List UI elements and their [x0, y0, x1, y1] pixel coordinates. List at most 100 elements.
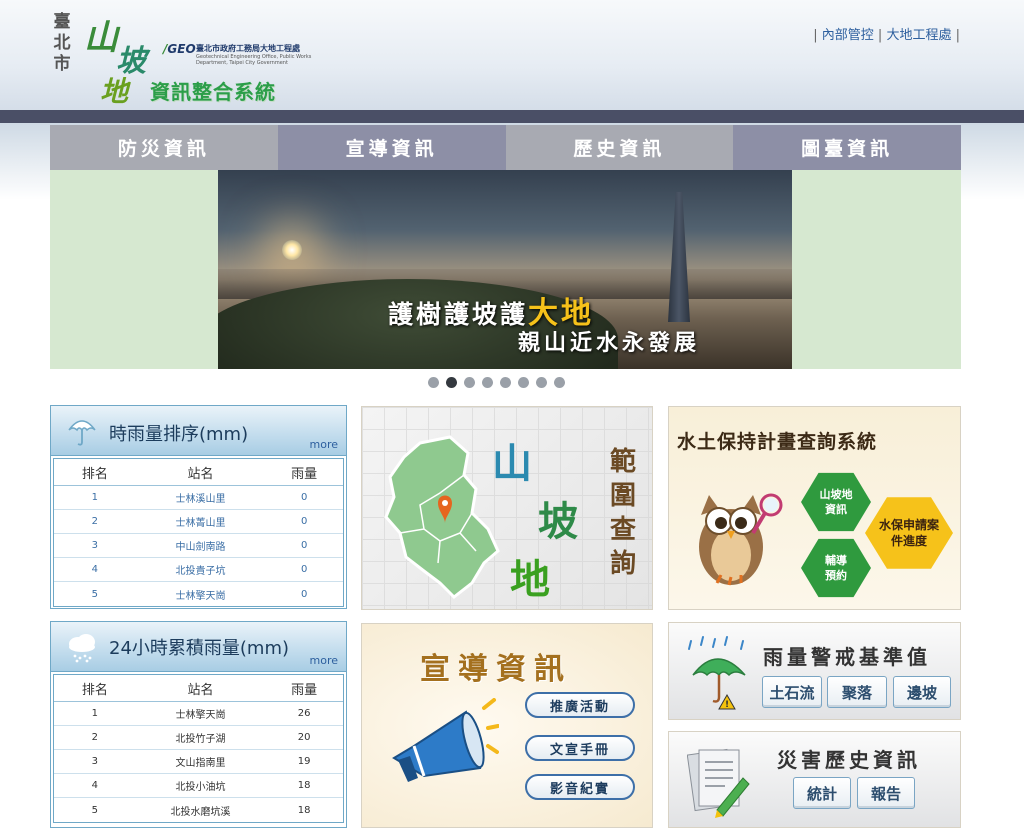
- table-row: 1 士林溪山里 0: [54, 486, 343, 510]
- soil-water-plan-tile[interactable]: 水土保持計畫查詢系統 山坡地資訊 水保申請案件進度 輔導預約: [668, 406, 961, 610]
- table-row: 1 士林擎天崗 26: [54, 702, 343, 726]
- link-separator: |: [955, 28, 960, 43]
- promotion-info-tile: 宣導資訊 推廣活動 文宣手冊 影音紀實: [361, 623, 653, 828]
- nav-disaster-info[interactable]: 防災資訊: [50, 125, 278, 170]
- table-row: 5 北投水磨坑溪 18: [54, 798, 343, 822]
- link-separator: |: [813, 28, 818, 43]
- di-char: 地: [510, 556, 550, 603]
- rainfall-cell: 0: [300, 588, 308, 600]
- media-records-button[interactable]: 影音紀實: [525, 774, 635, 800]
- col-rainfall: 雨量: [291, 466, 318, 482]
- col-rainfall: 雨量: [291, 682, 318, 698]
- internal-control-link[interactable]: 內部管控: [822, 28, 874, 43]
- header-divider-bar: [0, 110, 1024, 123]
- application-progress-hex-button[interactable]: 水保申請案件進度: [865, 497, 953, 569]
- tile-title: 水土保持計畫查詢系統: [677, 431, 878, 453]
- carousel-dot[interactable]: [500, 377, 511, 388]
- outreach-events-button[interactable]: 推廣活動: [525, 692, 635, 718]
- rank-cell: 1: [91, 492, 99, 503]
- rank-cell: 3: [91, 756, 99, 767]
- brochures-button[interactable]: 文宣手冊: [525, 735, 635, 761]
- rain-alert-threshold-tile: ! 雨量警戒基準值 土石流 聚落 邊坡: [668, 622, 961, 720]
- rank-cell: 3: [91, 540, 99, 551]
- banner-slogan-2: 親山近水永發展: [518, 330, 701, 356]
- col-rank: 排名: [81, 682, 108, 698]
- station-cell[interactable]: 士林擎天崗: [136, 706, 266, 721]
- po-char: 坡: [538, 498, 578, 545]
- logo-di: 地: [100, 75, 129, 108]
- table-row: 5 士林擎天崗 0: [54, 582, 343, 606]
- panel-header: 24小時累積雨量(mm) more: [51, 622, 346, 672]
- scope-char: 圍: [609, 481, 636, 511]
- panel-title: 時雨量排序(mm): [109, 424, 249, 445]
- rainfall-cell: 0: [300, 540, 308, 551]
- station-cell[interactable]: 士林菁山里: [136, 514, 266, 529]
- tile-title: 雨量警戒基準值: [763, 645, 931, 669]
- carousel-dot[interactable]: [518, 377, 529, 388]
- umbrella-icon: [68, 420, 96, 446]
- station-cell[interactable]: 士林溪山里: [136, 490, 266, 505]
- geo-mark: GEO: [167, 42, 196, 56]
- station-cell[interactable]: 士林擎天崗: [136, 587, 266, 602]
- table-row: 3 文山指南里 19: [54, 750, 343, 774]
- panel-header: 時雨量排序(mm) more: [51, 406, 346, 456]
- slope-button[interactable]: 邊坡: [893, 676, 951, 708]
- more-link[interactable]: more: [310, 438, 339, 451]
- col-station: 站名: [187, 466, 214, 482]
- col-station: 站名: [187, 682, 214, 698]
- tile-title: 宣導資訊: [420, 652, 572, 687]
- table-row: 2 士林菁山里 0: [54, 510, 343, 534]
- station-cell[interactable]: 北投水磨坑溪: [136, 803, 266, 818]
- station-cell[interactable]: 北投竹子湖: [136, 730, 266, 745]
- more-link[interactable]: more: [310, 654, 339, 667]
- carousel-dot[interactable]: [428, 377, 439, 388]
- slope-info-hex-button[interactable]: 山坡地資訊: [801, 472, 871, 532]
- station-cell[interactable]: 文山指南里: [136, 754, 266, 769]
- panel-title: 24小時累積雨量(mm): [109, 638, 290, 659]
- taipei-map-icon: [384, 435, 500, 599]
- table-row: 4 北投貴子坑 0: [54, 558, 343, 582]
- rain-table: 排名 站名 雨量 1 士林擎天崗 26 2 北投竹子湖 20 3 文山指南里 19 4 北投小…: [53, 674, 344, 823]
- geo-logo-icon: /GEO: [163, 42, 196, 56]
- scope-char: 查: [609, 515, 636, 545]
- station-cell[interactable]: 北投貴子坑: [136, 562, 266, 577]
- statistics-button[interactable]: 統計: [793, 777, 851, 809]
- nav-map-info[interactable]: 圖臺資訊: [733, 125, 961, 170]
- geo-org-name: 臺北市政府工務局大地工程處: [196, 44, 300, 53]
- geo-office-link[interactable]: 大地工程處: [886, 28, 951, 43]
- logo-city: 臺北市: [53, 12, 71, 74]
- nav-history-info[interactable]: 歷史資訊: [505, 125, 734, 170]
- report-button[interactable]: 報告: [857, 777, 915, 809]
- main-nav: 防災資訊 宣導資訊 歷史資訊 圖臺資訊: [50, 125, 961, 170]
- carousel-dot[interactable]: [554, 377, 565, 388]
- carousel-dot-active[interactable]: [446, 377, 457, 388]
- station-cell[interactable]: 北投小油坑: [136, 778, 266, 793]
- rainfall-cell: 26: [297, 708, 311, 719]
- banner-slide[interactable]: 護樹護坡護大地 親山近水永發展: [218, 170, 792, 369]
- carousel-dot[interactable]: [536, 377, 547, 388]
- rank-cell: 2: [91, 732, 99, 743]
- megaphone-icon: [392, 698, 499, 782]
- rainfall-cell: 0: [300, 516, 308, 527]
- station-cell[interactable]: 中山劍南路: [136, 538, 266, 553]
- rank-cell: 4: [91, 780, 99, 791]
- header: 臺北市 山 坡 地 資訊整合系統 /GEO 臺北市政府工務局大地工程處 Geot…: [0, 0, 1024, 112]
- nav-promotion-info[interactable]: 宣導資訊: [277, 125, 506, 170]
- carousel-dot[interactable]: [464, 377, 475, 388]
- hourly-rain-panel: 時雨量排序(mm) more 排名 站名 雨量 1 士林溪山里 0 2 士林菁山里 0 …: [50, 405, 347, 609]
- rainfall-cell: 0: [300, 492, 308, 503]
- owl-icon: [699, 493, 783, 586]
- scope-char: 詢: [609, 549, 636, 579]
- rank-cell: 2: [91, 516, 99, 527]
- rain-24h-panel: 24小時累積雨量(mm) more 排名 站名 雨量 1 士林擎天崗 26 2 北投竹…: [50, 621, 347, 828]
- rainfall-cell: 18: [297, 780, 311, 791]
- carousel-dot[interactable]: [482, 377, 493, 388]
- settlement-button[interactable]: 聚落: [827, 676, 887, 708]
- guidance-booking-hex-button[interactable]: 輔導預約: [801, 538, 871, 598]
- rainfall-cell: 20: [297, 732, 311, 743]
- table-header: 排名 站名 雨量: [54, 675, 343, 702]
- rainfall-cell: 18: [297, 804, 311, 816]
- logo-shan: 山: [84, 18, 118, 58]
- debris-flow-button[interactable]: 土石流: [762, 676, 822, 708]
- slope-land-scope-query-tile[interactable]: 山 坡 地 範 圍 查 詢: [361, 406, 653, 610]
